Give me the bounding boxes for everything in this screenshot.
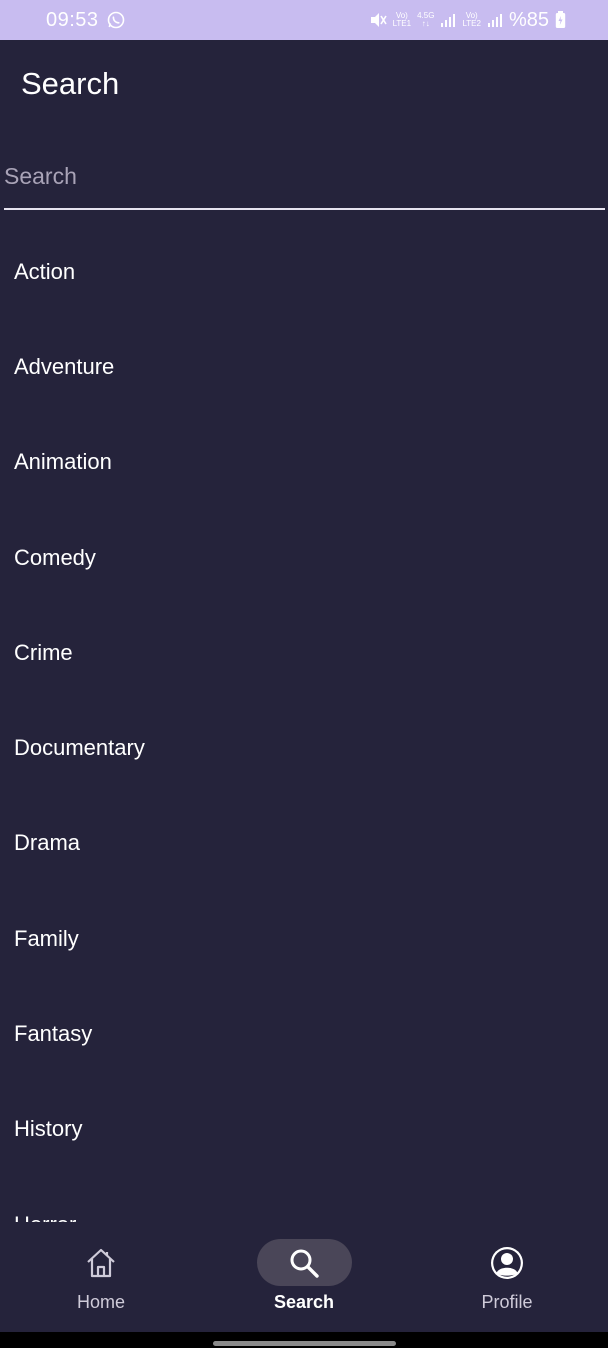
nav-label-search: Search — [273, 1292, 335, 1312]
battery-charging-icon — [555, 11, 566, 29]
sim2-lte-label: LTE2 — [462, 19, 481, 28]
status-indicators: Vo) LTE1 4.5G ↑↓ Vo) LTE2 %85 — [369, 9, 566, 32]
signal-strength-1-icon — [440, 12, 456, 28]
search-field[interactable] — [4, 148, 605, 210]
genre-item-history[interactable]: History — [0, 1082, 608, 1177]
bottom-navigation: Home Search Profile — [0, 1222, 608, 1332]
sim1-lte-label: LTE1 — [392, 19, 412, 28]
profile-icon-wrap — [460, 1239, 555, 1286]
nav-item-home[interactable]: Home — [0, 1222, 202, 1332]
sim1-volte-indicator: Vo) LTE1 — [393, 12, 412, 28]
genre-list: Action Adventure Animation Comedy Crime … — [0, 224, 608, 1222]
search-input[interactable] — [4, 148, 605, 204]
network-type-indicator: 4.5G ↑↓ — [417, 11, 435, 28]
status-bar: 09:53 Vo) LTE1 4.5G ↑↓ Vo) LTE2 %85 — [0, 0, 608, 40]
sim2-volte-indicator: Vo) LTE2 — [462, 12, 481, 28]
profile-icon — [491, 1246, 523, 1279]
home-icon-wrap — [54, 1239, 149, 1286]
genre-item-fantasy[interactable]: Fantasy — [0, 986, 608, 1081]
home-icon — [87, 1248, 115, 1277]
genre-item-documentary[interactable]: Documentary — [0, 700, 608, 795]
genre-item-action[interactable]: Action — [0, 224, 608, 319]
nav-item-search[interactable]: Search — [203, 1222, 405, 1332]
search-icon — [290, 1249, 319, 1278]
genre-item-crime[interactable]: Crime — [0, 605, 608, 700]
genre-item-animation[interactable]: Animation — [0, 415, 608, 510]
app-bar: Search — [0, 40, 608, 130]
nav-label-home: Home — [76, 1292, 125, 1312]
status-time: 09:53 — [46, 8, 99, 31]
search-icon-pill — [256, 1239, 352, 1286]
genre-item-adventure[interactable]: Adventure — [0, 319, 608, 414]
battery-percentage: %85 — [508, 8, 549, 31]
genre-item-horror[interactable]: Horror — [0, 1177, 608, 1222]
genre-item-comedy[interactable]: Comedy — [0, 510, 608, 605]
nav-item-profile[interactable]: Profile — [406, 1222, 608, 1332]
nav-label-profile: Profile — [481, 1292, 533, 1312]
home-gesture-handle[interactable] — [213, 1341, 396, 1346]
genre-item-family[interactable]: Family — [0, 891, 608, 986]
whatsapp-notification-icon — [107, 11, 125, 29]
genre-item-drama[interactable]: Drama — [0, 796, 608, 891]
mute-icon — [369, 11, 387, 29]
signal-strength-2-icon — [487, 12, 503, 28]
page-title: Search — [21, 66, 120, 101]
